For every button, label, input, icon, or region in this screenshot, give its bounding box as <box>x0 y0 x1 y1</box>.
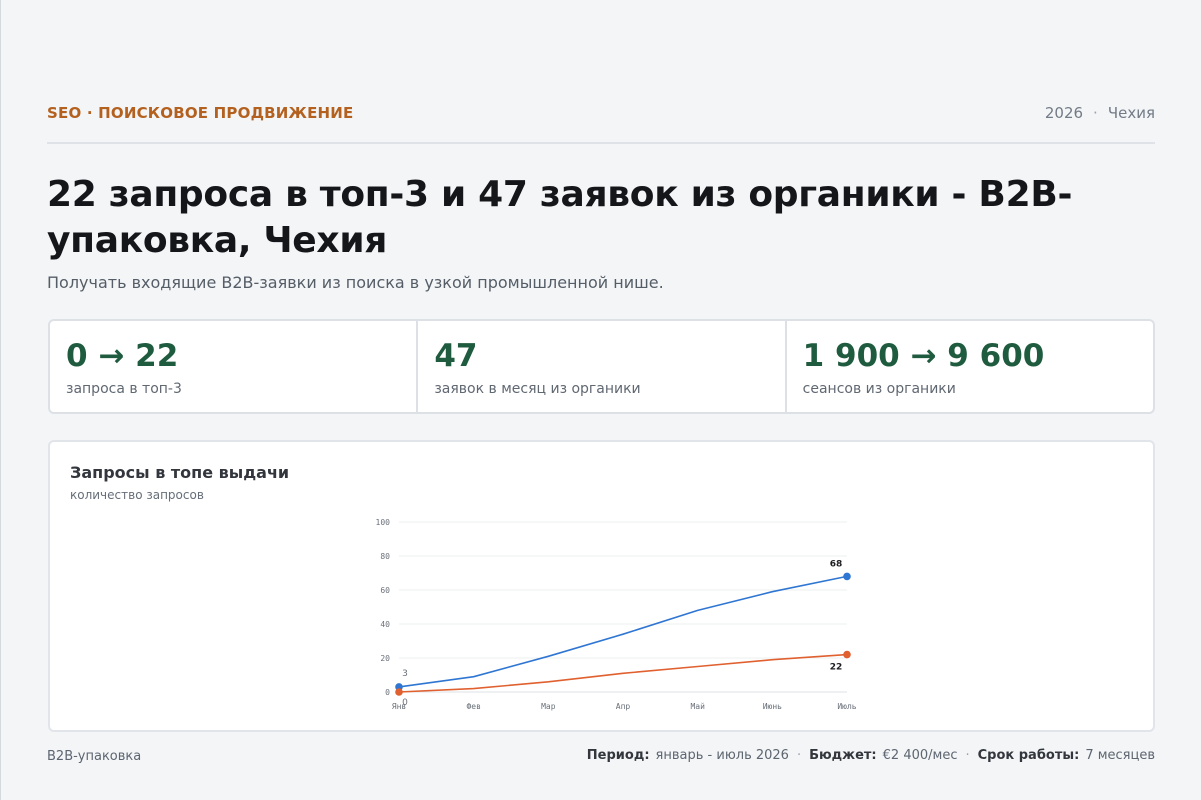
y-tick-label: 0 <box>385 688 390 697</box>
data-label: 68 <box>830 559 843 569</box>
x-tick-label: Май <box>690 702 705 711</box>
period-value: январь - июль 2026 <box>655 748 789 763</box>
y-tick-label: 60 <box>380 586 390 595</box>
page-header: SEO · ПОИСКОВОЕ ПРОДВИЖЕНИЕ 2026 · Чехия <box>47 104 1155 144</box>
x-tick-label: Июнь <box>763 702 782 711</box>
x-tick-label: Мар <box>541 702 556 711</box>
budget-value: €2 400/мес <box>882 748 958 763</box>
stat-sessions: 1 900 → 9 600 сеансов из органики <box>787 321 1153 412</box>
data-point <box>843 572 851 581</box>
meta-separator: · <box>1093 104 1098 122</box>
term-value: 7 месяцев <box>1085 748 1155 763</box>
stats-panel: 0 → 22 запроса в топ-3 47 заявок в месяц… <box>48 319 1155 414</box>
budget-label: Бюджет: <box>809 748 877 763</box>
term-label: Срок работы: <box>977 748 1080 763</box>
stat-top3: 0 → 22 запроса в топ-3 <box>50 321 419 412</box>
header-meta: 2026 · Чехия <box>1045 104 1155 122</box>
y-tick-label: 40 <box>380 620 390 629</box>
data-label: 0 <box>402 698 408 708</box>
category-eyebrow: SEO · ПОИСКОВОЕ ПРОДВИЖЕНИЕ <box>47 104 354 122</box>
footer-industry: B2B-упаковка <box>47 749 142 764</box>
footer-details: Период: январь - июль 2026 · Бюджет: €2 … <box>587 748 1155 763</box>
y-tick-label: 20 <box>380 654 390 663</box>
x-tick-label: Июль <box>837 702 856 711</box>
y-tick-label: 100 <box>376 518 391 527</box>
footer-separator: · <box>796 748 802 763</box>
data-label: 3 <box>402 669 408 679</box>
data-point <box>395 688 403 696</box>
stat-leads: 47 заявок в месяц из органики <box>418 321 787 412</box>
stat-label: запроса в топ-3 <box>66 381 182 397</box>
page-subtitle: Получать входящие B2B-заявки из поиска в… <box>47 273 664 292</box>
year-label: 2026 <box>1044 104 1084 122</box>
country-label: Чехия <box>1107 104 1155 122</box>
period-label: Период: <box>586 748 650 763</box>
chart-card: Запросы в топе выдачи количество запросо… <box>48 440 1155 732</box>
stat-value: 47 <box>434 338 478 374</box>
x-tick-label: Фев <box>466 702 480 711</box>
stat-value: 1 900 → 9 600 <box>802 338 1045 374</box>
footer-separator: · <box>965 748 970 763</box>
line-chart: 020406080100Янв Фев Мар Апр Май Июнь Июль36802… <box>376 518 857 711</box>
stat-value: 0 → 22 <box>66 338 179 374</box>
data-point <box>843 650 851 659</box>
y-tick-label: 80 <box>380 552 390 561</box>
stat-label: сеансов из органики <box>802 381 956 397</box>
series-line-1 <box>398 575 848 688</box>
page-title: 22 запроса в топ-3 и 47 заявок из органи… <box>47 174 1073 261</box>
data-label: 22 <box>830 663 843 673</box>
x-tick-label: Апр <box>616 702 631 711</box>
stat-label: заявок в месяц из органики <box>434 381 641 397</box>
